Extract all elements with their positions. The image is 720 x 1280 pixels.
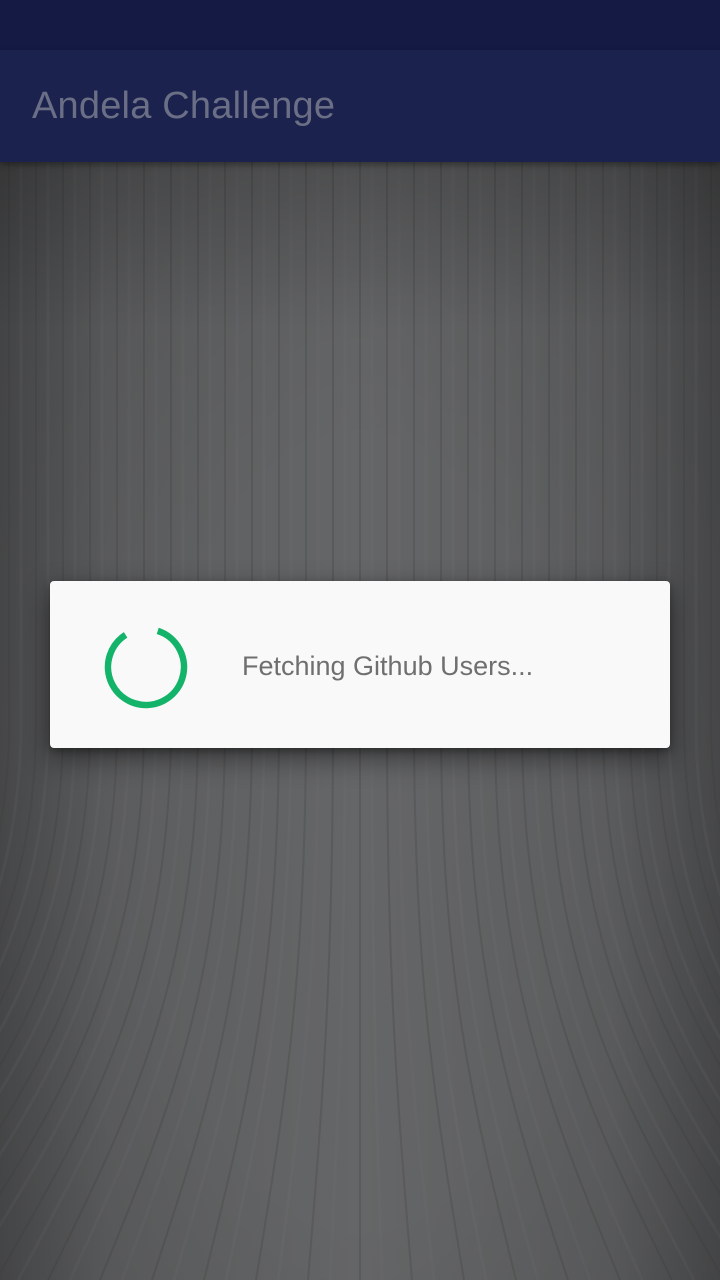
- dialog-message: Fetching Github Users...: [242, 651, 534, 681]
- app-bar: Andela Challenge: [0, 50, 720, 162]
- status-bar: [0, 0, 720, 50]
- progress-dialog: Fetching Github Users...: [50, 581, 670, 748]
- screen: Andela Challenge Fetching Github Users..…: [0, 0, 720, 1280]
- progress-spinner-icon: [104, 625, 188, 709]
- app-title: Andela Challenge: [32, 85, 336, 127]
